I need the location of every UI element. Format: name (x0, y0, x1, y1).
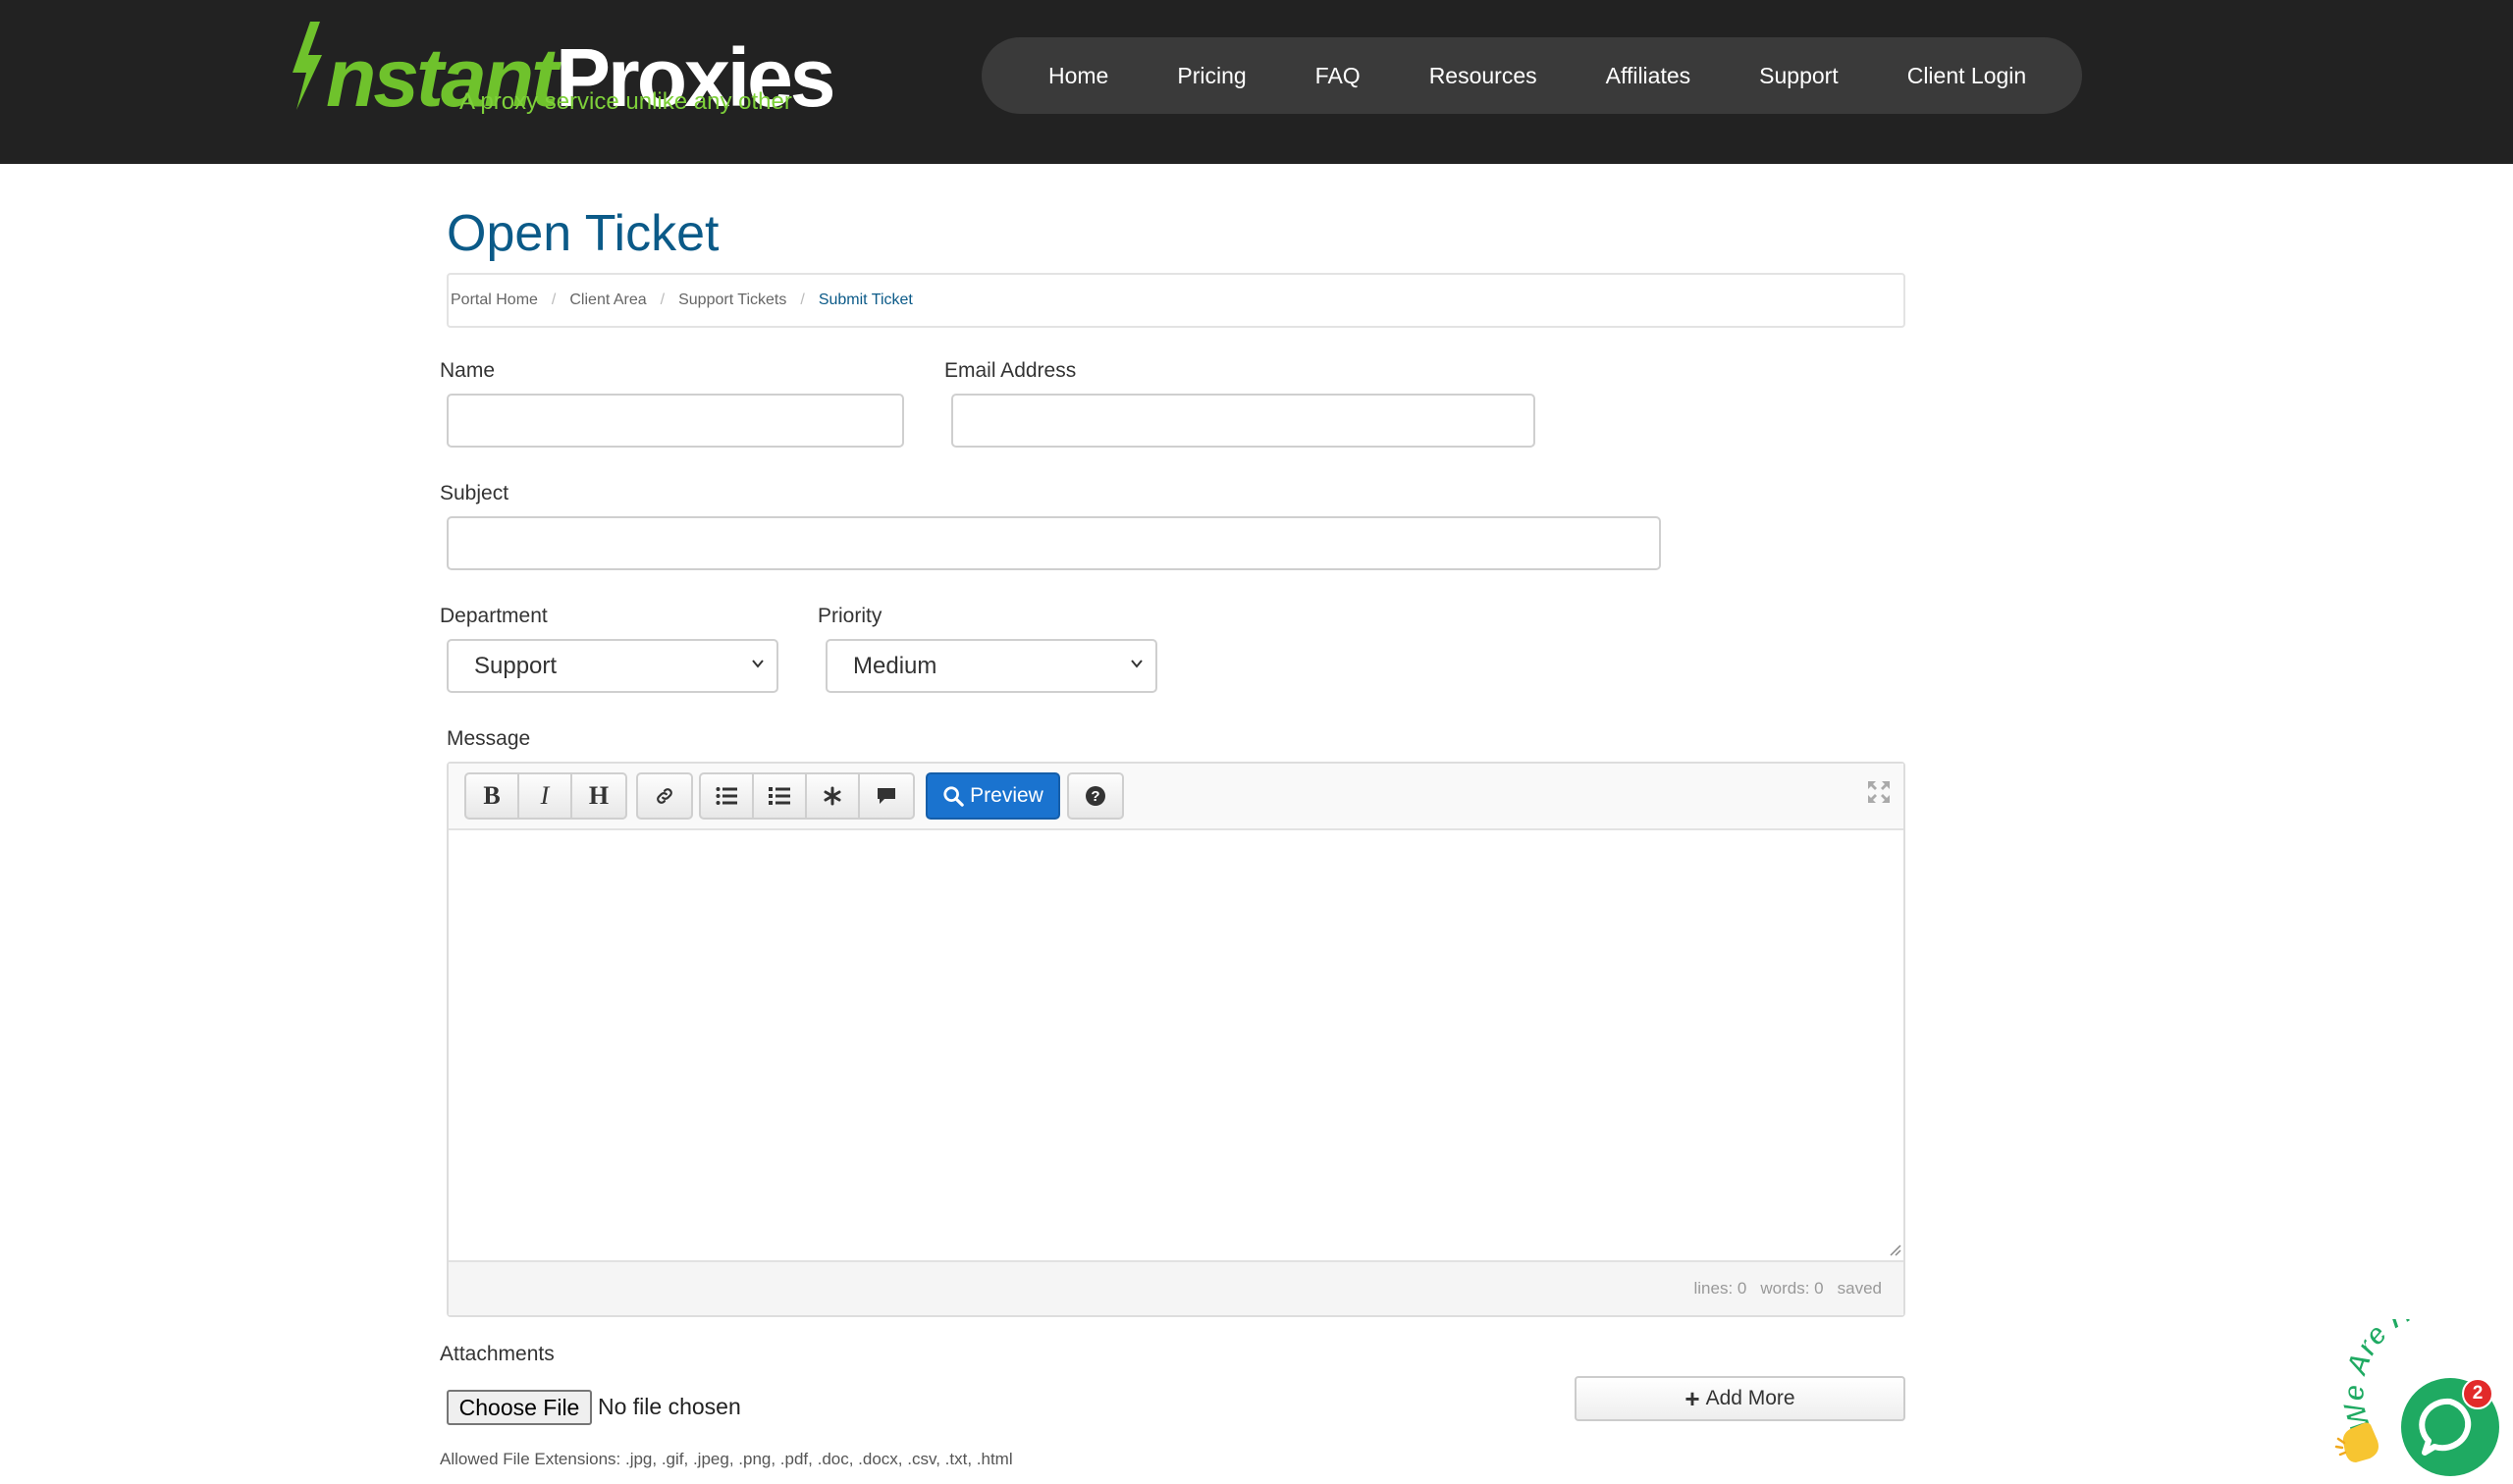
editor-statusbar: lines: 0 words: 0 saved (449, 1260, 1903, 1315)
email-input[interactable] (951, 394, 1535, 448)
breadcrumb-support-tickets[interactable]: Support Tickets (678, 292, 786, 309)
message-label: Message (447, 727, 531, 750)
name-input[interactable] (447, 394, 904, 448)
instantproxies-logo[interactable]: nstantProxies A proxy service unlike any… (287, 18, 836, 126)
breadcrumb-client-area[interactable]: Client Area (569, 292, 646, 309)
chevron-down-icon (752, 660, 764, 668)
name-label: Name (440, 359, 496, 382)
page-title: Open Ticket (447, 205, 720, 262)
subject-input[interactable] (447, 516, 1661, 570)
department-selected-value: Support (474, 652, 558, 679)
choose-file-button[interactable]: Choose File (447, 1390, 592, 1425)
preview-button[interactable]: Preview (926, 772, 1060, 820)
add-more-button[interactable]: + Add More (1575, 1376, 1905, 1421)
subject-label: Subject (440, 482, 509, 504)
question-icon: ? (1086, 786, 1105, 806)
unordered-list-icon[interactable] (701, 774, 754, 818)
plus-icon: + (1684, 1383, 1700, 1413)
logo-tagline: A proxy service unlike any other (459, 88, 792, 115)
site-header: nstantProxies A proxy service unlike any… (0, 0, 2513, 164)
comment-glyph (878, 788, 895, 804)
nav-client-login[interactable]: Client Login (1907, 63, 2026, 89)
breadcrumb-separator: / (800, 292, 805, 308)
priority-select[interactable]: Medium (826, 639, 1157, 693)
help-button[interactable]: ? (1067, 772, 1124, 820)
chevron-down-icon (1131, 660, 1143, 668)
comment-icon[interactable] (860, 774, 913, 818)
breadcrumb-portal-home[interactable]: Portal Home (451, 292, 538, 309)
status-lines: lines: 0 (1693, 1279, 1747, 1298)
ordered-list-icon[interactable] (754, 774, 807, 818)
asterisk-glyph (824, 786, 841, 806)
waving-hand-icon (2334, 1422, 2379, 1462)
file-status-text: No file chosen (598, 1394, 741, 1419)
link-group (636, 772, 693, 820)
priority-label: Priority (818, 605, 882, 627)
nav-home[interactable]: Home (1048, 63, 1108, 89)
bold-icon[interactable]: B (466, 774, 519, 818)
preview-button-label: Preview (970, 784, 1043, 807)
unordered-list-glyph (716, 787, 737, 805)
main-nav: Home Pricing FAQ Resources Affiliates Su… (982, 37, 2082, 114)
ordered-list-glyph (769, 787, 790, 805)
status-saved: saved (1837, 1279, 1882, 1298)
chat-widget[interactable]: We Are Here 2 (2334, 1319, 2513, 1484)
search-icon (943, 786, 964, 807)
breadcrumb-submit-ticket: Submit Ticket (818, 292, 913, 308)
resize-handle-icon[interactable] (1888, 1243, 1901, 1256)
allowed-extensions-text: Allowed File Extensions: .jpg, .gif, .jp… (440, 1450, 1013, 1468)
nav-pricing[interactable]: Pricing (1177, 63, 1246, 89)
nav-resources[interactable]: Resources (1429, 63, 1537, 89)
link-icon[interactable] (638, 774, 691, 818)
nav-faq[interactable]: FAQ (1315, 63, 1361, 89)
link-icon-glyph (657, 788, 672, 804)
breadcrumb: Portal Home / Client Area / Support Tick… (447, 273, 1905, 328)
breadcrumb-separator: / (660, 292, 666, 308)
nav-affiliates[interactable]: Affiliates (1606, 63, 1691, 89)
department-label: Department (440, 605, 548, 627)
priority-selected-value: Medium (853, 652, 937, 679)
chat-notification-badge: 2 (2462, 1378, 2493, 1409)
italic-icon[interactable]: I (519, 774, 572, 818)
message-editor: B I H Preview ? lines: 0 words: 0 saved (447, 762, 1905, 1317)
status-words: words: 0 (1760, 1279, 1824, 1298)
svg-text:?: ? (1091, 788, 1099, 805)
editor-toolbar: B I H Preview ? (449, 764, 1903, 830)
nav-support[interactable]: Support (1759, 63, 1839, 89)
add-more-label: Add More (1705, 1387, 1795, 1409)
list-group (699, 772, 915, 820)
lightning-bolt-icon (293, 22, 322, 110)
fullscreen-icon[interactable] (1868, 781, 1890, 803)
text-style-group: B I H (464, 772, 627, 820)
email-label: Email Address (944, 359, 1077, 382)
attachments-label: Attachments (440, 1343, 555, 1365)
asterisk-icon[interactable] (807, 774, 860, 818)
heading-icon[interactable]: H (572, 774, 625, 818)
breadcrumb-separator: / (551, 292, 557, 308)
department-select[interactable]: Support (447, 639, 778, 693)
message-textarea[interactable] (449, 830, 1903, 1262)
